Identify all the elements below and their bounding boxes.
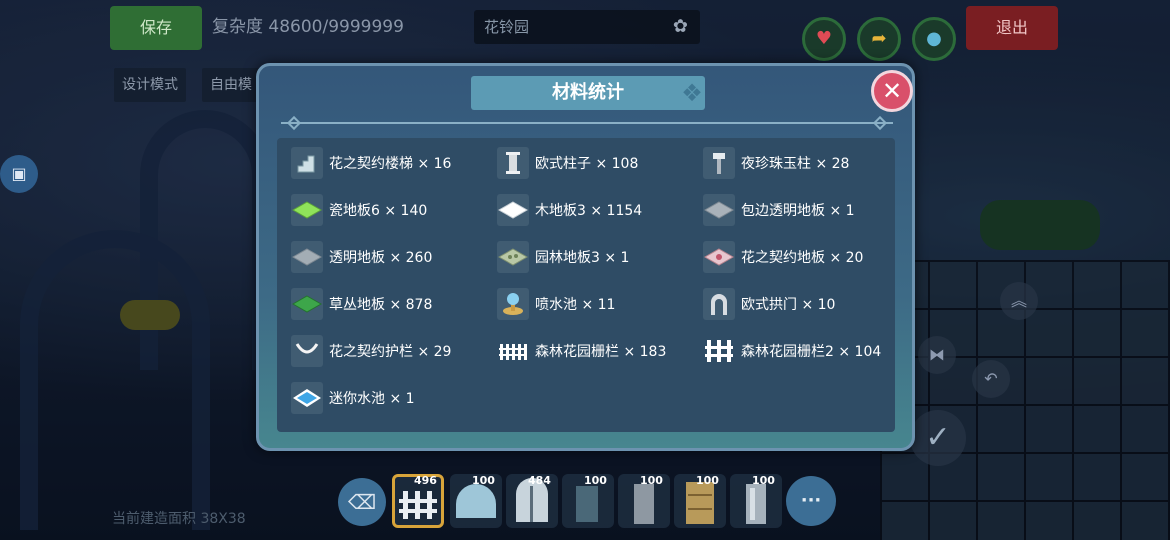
grass-tile-icon — [291, 288, 323, 320]
slot-count: 484 — [528, 474, 551, 487]
material-item: 喷水池 × 11 — [497, 287, 615, 321]
material-item: 欧式柱子 × 108 — [497, 146, 638, 180]
eraser-icon[interactable]: ⌫ — [338, 478, 386, 526]
material-item: 森林花园栅栏 × 183 — [497, 334, 666, 368]
material-label: 园林地板3 × 1 — [535, 250, 630, 266]
undo-icon[interactable]: ↶ — [972, 360, 1010, 398]
fountain-icon — [497, 288, 529, 320]
material-label: 森林花园栅栏 × 183 — [535, 344, 667, 360]
mirror-icon[interactable]: ⧓ — [918, 336, 956, 374]
pillar-icon — [497, 147, 529, 179]
close-button[interactable]: ✕ — [871, 70, 913, 112]
material-label: 花之契约楼梯 × 16 — [329, 156, 452, 172]
slot-count: 496 — [414, 474, 437, 487]
material-label: 欧式拱门 × 10 — [741, 297, 836, 313]
material-label: 喷水池 × 11 — [535, 297, 616, 313]
slot-count: 100 — [584, 474, 607, 487]
material-label: 迷你水池 × 1 — [329, 391, 415, 407]
material-item: 花之契约楼梯 × 16 — [291, 146, 451, 180]
arch-door-icon — [703, 288, 735, 320]
material-label: 瓷地板6 × 140 — [329, 203, 428, 219]
design-mode-button[interactable]: 设计模式 — [114, 68, 186, 102]
heart-icon[interactable]: ♥ — [802, 17, 846, 61]
building-name-field[interactable]: 花铃园 ✿ — [474, 10, 700, 44]
complexity-value: 48600/9999999 — [268, 17, 404, 37]
slot-count: 100 — [472, 474, 495, 487]
material-item: 迷你水池 × 1 — [291, 381, 415, 415]
material-label: 花之契约护栏 × 29 — [329, 344, 452, 360]
material-item: 欧式拱门 × 10 — [703, 287, 835, 321]
material-list: 花之契约楼梯 × 16 欧式柱子 × 108 夜珍珠玉柱 × 28 瓷地板6 ×… — [277, 138, 895, 432]
free-mode-button[interactable]: 自由模 — [202, 68, 260, 102]
mini-pool-icon — [291, 382, 323, 414]
stairs-icon — [291, 147, 323, 179]
build-area-status: 当前建造面积 38X38 — [112, 511, 246, 527]
material-label: 包边透明地板 × 1 — [741, 203, 855, 219]
material-item: 花之契约护栏 × 29 — [291, 334, 451, 368]
pink-tile-icon — [703, 241, 735, 273]
white-tile-icon — [497, 194, 529, 226]
material-label: 欧式柱子 × 108 — [535, 156, 639, 172]
material-item: 夜珍珠玉柱 × 28 — [703, 146, 849, 180]
material-label: 透明地板 × 260 — [329, 250, 433, 266]
material-item: 森林花园栅栏2 × 104 — [703, 334, 881, 368]
save-button[interactable]: 保存 — [110, 6, 202, 50]
title-divider — [281, 122, 893, 124]
more-button[interactable]: ··· — [786, 476, 836, 526]
ribbon-rail-icon — [291, 335, 323, 367]
water-drop-icon[interactable]: ● — [912, 17, 956, 61]
title-ornament-right-icon: ❖ — [681, 79, 703, 107]
slot-count: 100 — [640, 474, 663, 487]
material-item: 草丛地板 × 878 — [291, 287, 432, 321]
slot-count: 100 — [752, 474, 775, 487]
share-icon[interactable]: ➦ — [857, 17, 901, 61]
complexity-label: 复杂度 — [212, 17, 263, 37]
material-label: 花之契约地板 × 20 — [741, 250, 864, 266]
slot-count: 100 — [696, 474, 719, 487]
material-item: 包边透明地板 × 1 — [703, 193, 855, 227]
complexity-display: 复杂度 48600/9999999 — [212, 12, 404, 37]
fence2-icon — [703, 335, 735, 367]
camera-icon[interactable]: ▣ — [0, 155, 38, 193]
green-tile-icon — [291, 194, 323, 226]
material-item: 瓷地板6 × 140 — [291, 193, 427, 227]
material-label: 木地板3 × 1154 — [535, 203, 643, 219]
double-chevron-up-icon[interactable]: ︽ — [1000, 282, 1038, 320]
material-label: 夜珍珠玉柱 × 28 — [741, 156, 850, 172]
material-item: 木地板3 × 1154 — [497, 193, 642, 227]
material-stats-dialog: ❖ 材料统计 ❖ ✕ 花之契约楼梯 × 16 欧式柱子 × 108 夜珍珠玉柱 … — [256, 63, 915, 451]
exit-button[interactable]: 退出 — [966, 6, 1058, 50]
garden-tile-icon — [497, 241, 529, 273]
material-item: 透明地板 × 260 — [291, 240, 432, 274]
material-label: 森林花园栅栏2 × 104 — [741, 344, 882, 360]
material-label: 草丛地板 × 878 — [329, 297, 433, 313]
material-item: 园林地板3 × 1 — [497, 240, 629, 274]
divider-ornament — [872, 115, 888, 131]
confirm-check-icon[interactable]: ✓ — [910, 410, 966, 466]
material-item: 花之契约地板 × 20 — [703, 240, 863, 274]
lamp-pillar-icon — [703, 147, 735, 179]
flower-icon[interactable]: ✿ — [673, 10, 688, 44]
building-name: 花铃园 — [484, 18, 530, 36]
grey-tile-icon — [291, 241, 323, 273]
fence-icon — [497, 335, 529, 367]
dialog-title: 材料统计 — [471, 76, 705, 110]
grey-tile-icon — [703, 194, 735, 226]
